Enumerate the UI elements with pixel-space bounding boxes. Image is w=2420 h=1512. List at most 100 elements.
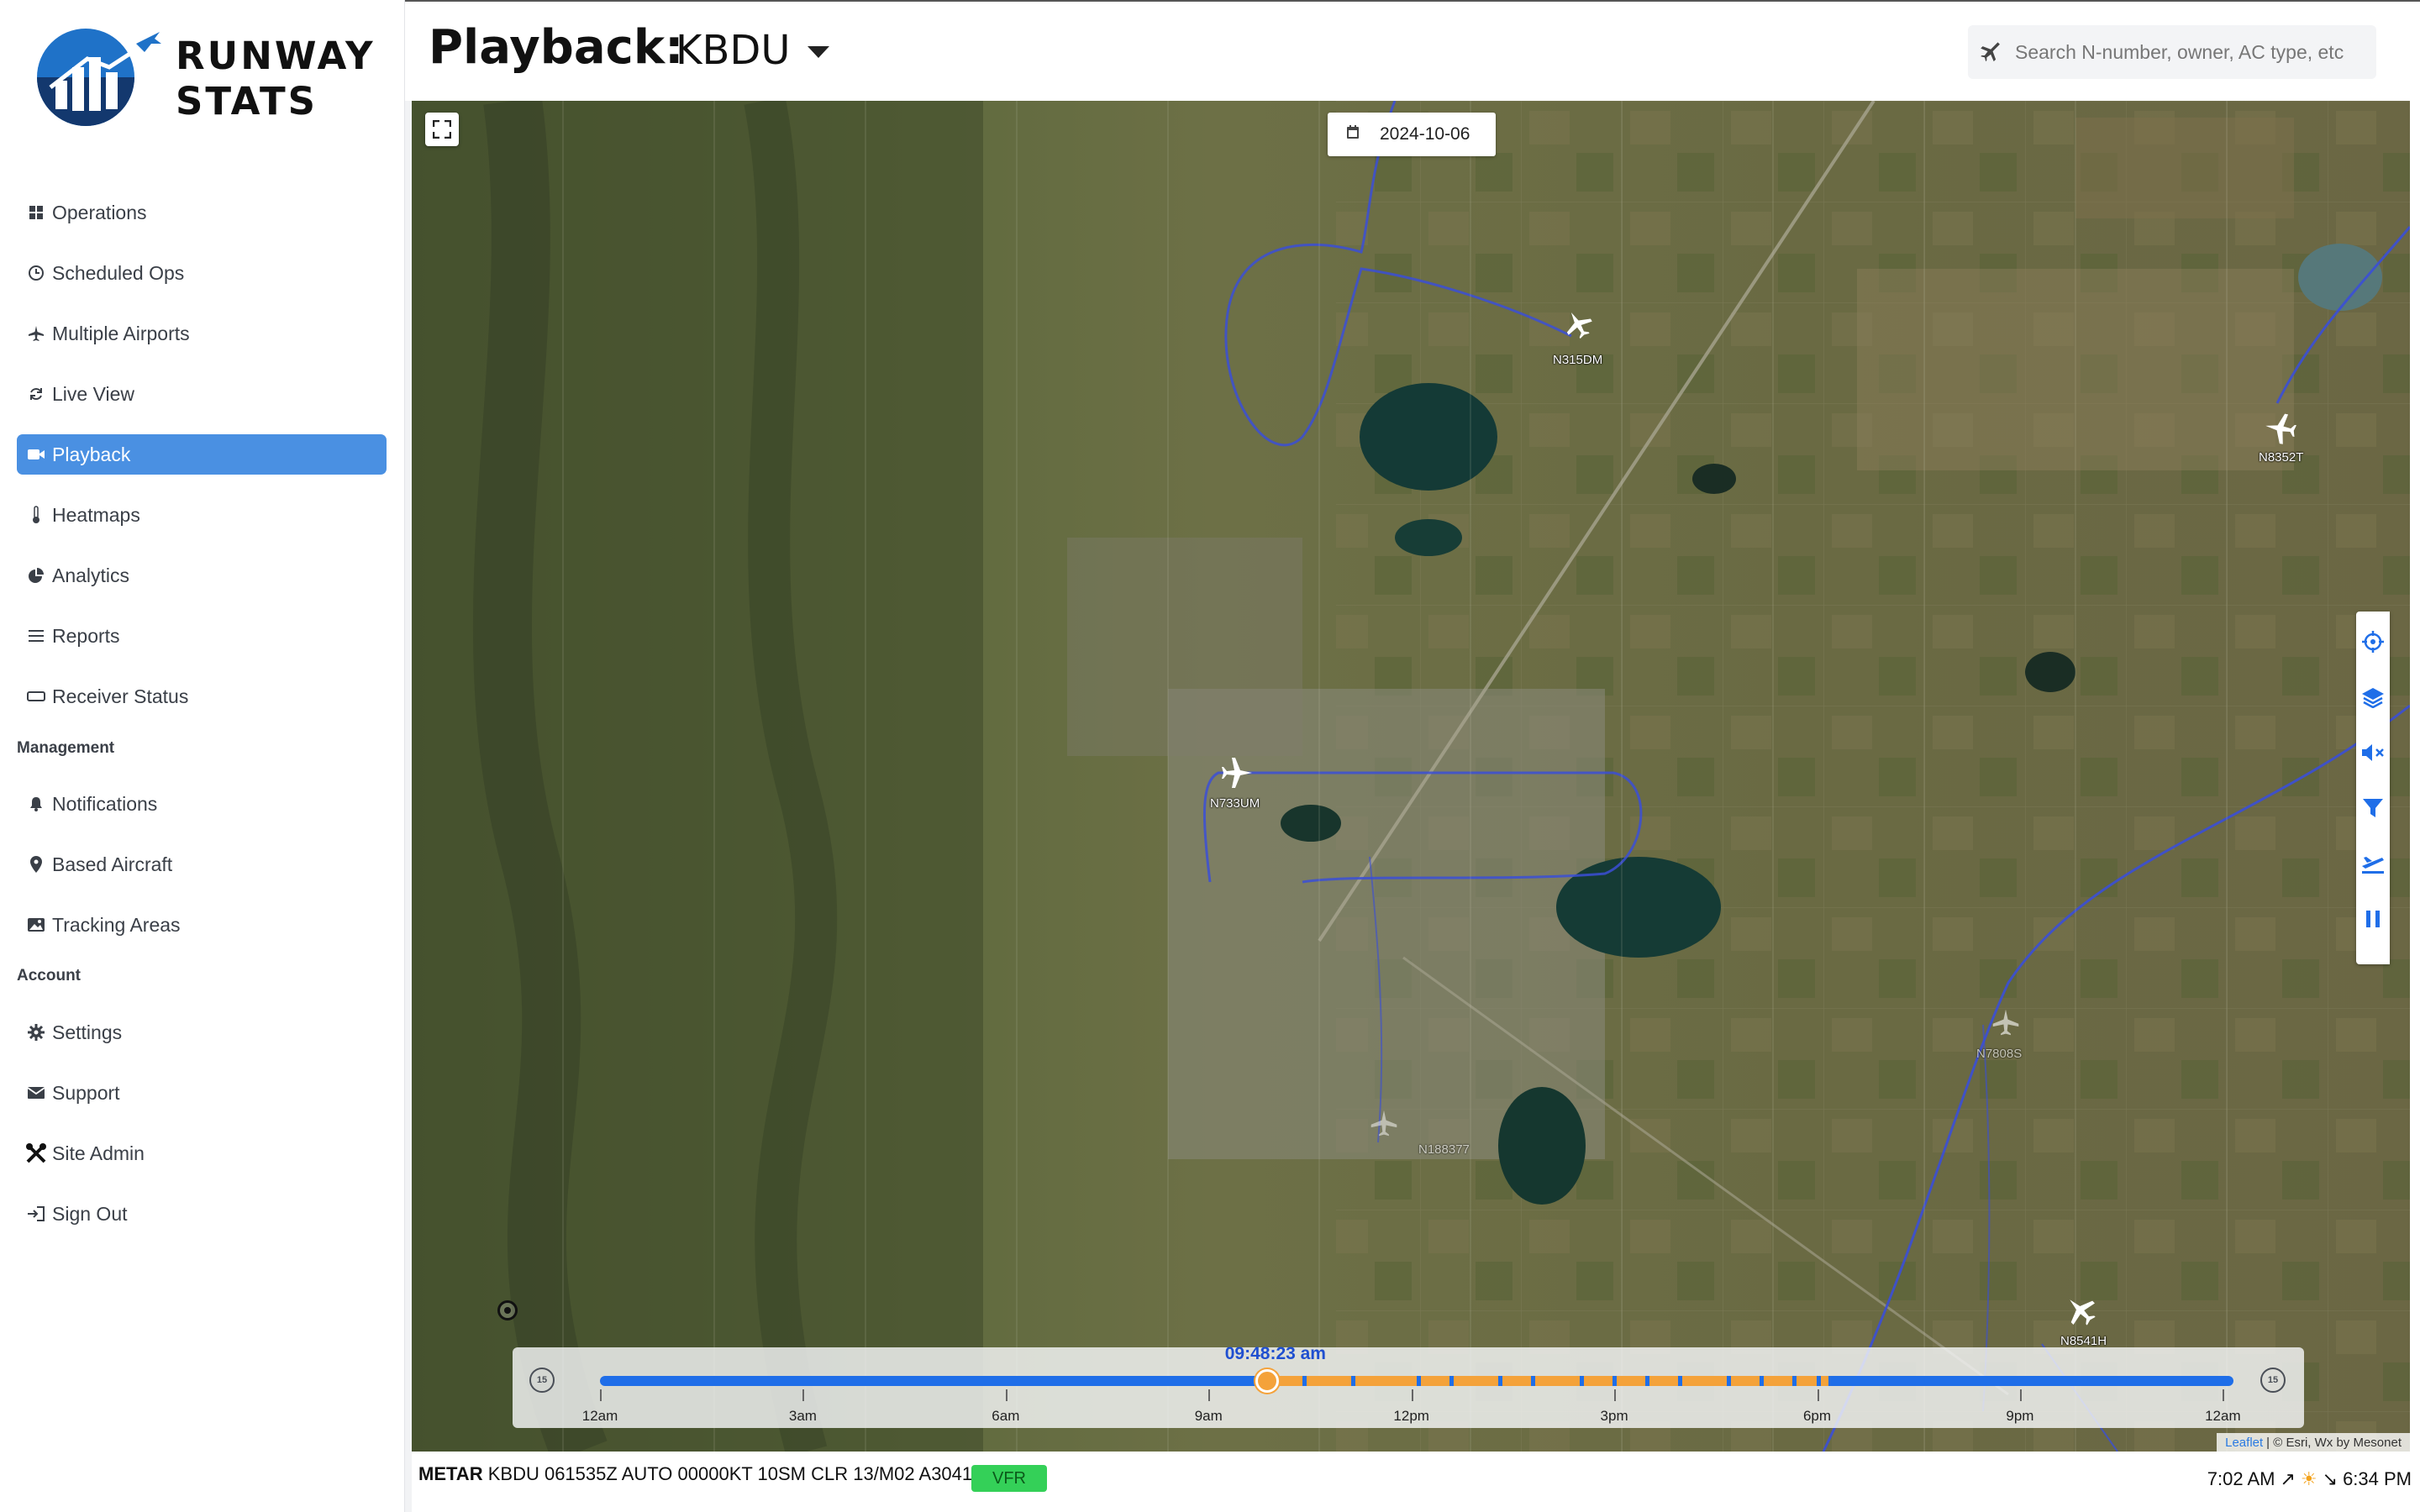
search-input[interactable] xyxy=(2015,40,2360,64)
tools-icon xyxy=(25,1142,47,1164)
timeline-scrubber-handle[interactable] xyxy=(1255,1369,1279,1393)
map-tools xyxy=(2356,612,2390,964)
aircraft-icon[interactable] xyxy=(1991,1008,2020,1037)
satellite-imagery xyxy=(412,101,2410,1452)
timeline-tick-label: 9am xyxy=(1194,1408,1223,1424)
sidebar-item-playback[interactable]: Playback xyxy=(17,434,387,475)
bell-icon xyxy=(25,793,47,815)
sidebar-item-based-aircraft[interactable]: Based Aircraft xyxy=(17,844,387,885)
airport-select[interactable]: KBDU xyxy=(676,27,829,74)
sidebar-item-operations[interactable]: Operations xyxy=(17,192,387,233)
sidebar-item-analytics[interactable]: Analytics xyxy=(17,555,387,596)
receiver-icon xyxy=(25,685,47,707)
crosshair-icon xyxy=(2362,631,2384,653)
timeline-activity-segment xyxy=(1261,1376,1828,1386)
aircraft-icon[interactable] xyxy=(1563,309,1593,339)
leaflet-link[interactable]: Leaflet xyxy=(2225,1436,2263,1450)
map[interactable]: N315DM N8352T N733UM N7808S N188377 N854… xyxy=(412,101,2410,1452)
sun-icon: ☀ xyxy=(2300,1468,2317,1489)
aircraft-label: N7808S xyxy=(1976,1047,2023,1061)
skip-forward-15-button[interactable]: 15 xyxy=(2260,1368,2286,1393)
filter-button[interactable] xyxy=(2356,790,2390,827)
aircraft-icon[interactable] xyxy=(1220,756,1254,790)
aircraft-search[interactable] xyxy=(1968,25,2376,79)
metar-value: KBDU 061535Z AUTO 00000KT 10SM CLR 13/M0… xyxy=(487,1463,973,1484)
sidebar-item-label: Operations xyxy=(52,201,147,223)
grid-icon xyxy=(25,202,47,223)
sidebar-item-tracking-areas[interactable]: Tracking Areas xyxy=(17,905,387,945)
section-label-management: Management xyxy=(17,739,115,757)
location-marker[interactable] xyxy=(497,1300,518,1320)
logo-line-1: RUNWAY xyxy=(176,34,376,78)
timeline-track[interactable] xyxy=(600,1376,2233,1386)
timeline-tick-label: 3am xyxy=(788,1408,817,1424)
sidebar-item-heatmaps[interactable]: Heatmaps xyxy=(17,495,387,535)
sidebar-item-site-admin[interactable]: Site Admin xyxy=(17,1133,387,1173)
timeline-tick xyxy=(2223,1389,2225,1401)
timeline-tick-label: 3pm xyxy=(1600,1408,1628,1424)
sidebar-item-label: Notifications xyxy=(52,792,158,815)
mute-button[interactable] xyxy=(2356,734,2390,771)
page-title: Playback: xyxy=(429,20,684,75)
sidebar-item-multiple-airports[interactable]: Multiple Airports xyxy=(17,313,387,354)
sidebar-item-scheduled-ops[interactable]: Scheduled Ops xyxy=(17,253,387,293)
sunrise-arrow-icon: ↗ xyxy=(2280,1468,2296,1489)
sidebar-item-support[interactable]: Support xyxy=(17,1073,387,1113)
date-value: 2024-10-06 xyxy=(1380,124,1470,144)
sidebar-item-label: Settings xyxy=(52,1021,123,1043)
date-picker[interactable]: 2024-10-06 xyxy=(1328,113,1496,156)
sidebar-item-label: Tracking Areas xyxy=(52,913,181,936)
playback-timeline: 15 09:48:23 am 12am 3am 6am 9am 12pm 3pm 6pm 9p… xyxy=(513,1344,2304,1428)
envelope-icon xyxy=(25,1082,47,1104)
sidebar-item-reports[interactable]: Reports xyxy=(17,616,387,656)
timeline-tick xyxy=(1411,1389,1413,1401)
timeline-tick-label: 9pm xyxy=(2006,1408,2034,1424)
sidebar-item-settings[interactable]: Settings xyxy=(17,1012,387,1053)
timeline-gap-segment xyxy=(1727,1376,1732,1386)
timeline-tick-label: 12am xyxy=(2205,1408,2241,1424)
timeline-gap-segment xyxy=(1498,1376,1503,1386)
clock-icon xyxy=(25,262,47,284)
runway-stats-logo[interactable]: RUNWAY STATS xyxy=(37,25,390,130)
aircraft-icon[interactable] xyxy=(2264,412,2297,445)
sidebar-item-live-view[interactable]: Live View xyxy=(17,374,387,414)
aircraft-icon[interactable] xyxy=(1370,1109,1398,1137)
refresh-icon xyxy=(25,383,47,405)
fullscreen-button[interactable] xyxy=(425,113,459,146)
center-map-button[interactable] xyxy=(2356,623,2390,660)
mute-icon xyxy=(2362,744,2384,761)
sidebar-item-notifications[interactable]: Notifications xyxy=(17,784,387,824)
skip-back-15-button[interactable]: 15 xyxy=(529,1368,555,1393)
timeline-tick xyxy=(1005,1389,1007,1401)
list-icon xyxy=(25,625,47,647)
gear-icon xyxy=(25,1021,47,1043)
pie-chart-icon xyxy=(25,564,47,586)
timeline-gap-segment xyxy=(1760,1376,1765,1386)
pause-icon xyxy=(2366,911,2380,927)
sidebar-item-label: Receiver Status xyxy=(52,685,189,707)
skip-back-label: 15 xyxy=(536,1375,548,1385)
timeline-gap-segment xyxy=(1817,1376,1822,1386)
sidebar-item-label: Analytics xyxy=(52,564,130,586)
map-pin-icon xyxy=(25,853,47,875)
layers-button[interactable] xyxy=(2356,679,2390,716)
layers-icon xyxy=(2362,688,2384,708)
video-icon xyxy=(25,444,47,465)
sidebar: RUNWAY STATS Operations Scheduled Ops Mu… xyxy=(0,0,405,1512)
sidebar-item-sign-out[interactable]: Sign Out xyxy=(17,1194,387,1234)
timeline-gap-segment xyxy=(1612,1376,1618,1386)
pause-button[interactable] xyxy=(2356,900,2390,937)
sidebar-item-receiver-status[interactable]: Receiver Status xyxy=(17,676,387,717)
logo-line-2: STATS xyxy=(176,79,318,123)
timeline-tick xyxy=(2019,1389,2022,1401)
timeline-gap-segment xyxy=(1351,1376,1356,1386)
sidebar-item-label: Reports xyxy=(52,624,120,647)
timeline-gap-segment xyxy=(1417,1376,1421,1386)
flight-category-badge: VFR xyxy=(971,1465,1047,1492)
sidebar-item-label: Sign Out xyxy=(52,1202,128,1225)
aircraft-icon[interactable] xyxy=(2064,1294,2097,1327)
sunset-arrow-icon: ↘ xyxy=(2322,1468,2338,1489)
sidebar-item-label: Scheduled Ops xyxy=(52,261,185,284)
expand-icon xyxy=(433,120,451,139)
departures-button[interactable] xyxy=(2356,845,2390,882)
